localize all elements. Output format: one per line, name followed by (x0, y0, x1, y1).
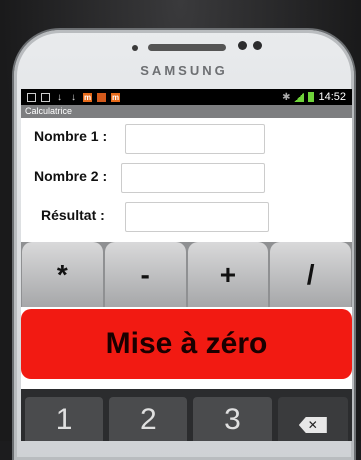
reset-button[interactable]: Mise à zéro (21, 309, 352, 379)
bluetooth-icon: ✱ (282, 91, 291, 103)
backspace-key[interactable]: ✕ (277, 397, 348, 441)
front-camera-icon (238, 41, 247, 50)
backspace-icon: ✕ (298, 417, 327, 433)
nombre2-label: Nombre 2 : (34, 168, 108, 184)
app-title: Calculatrice (21, 105, 352, 118)
battery-icon (308, 92, 315, 102)
m-icon: m (83, 92, 92, 102)
clock: 14:52 (318, 91, 346, 103)
download-icon: ↓ (71, 91, 76, 103)
keyboard-key-3[interactable]: 3 (193, 397, 272, 441)
status-right: ✱ 14:52 (282, 91, 346, 103)
operator-row: * - + / (21, 242, 352, 307)
nombre1-input[interactable] (125, 124, 265, 154)
resultat-field[interactable] (125, 202, 269, 232)
add-button[interactable]: + (187, 242, 269, 307)
proximity-sensor (132, 45, 138, 51)
status-bar: ↓ ↓ m m ✱ 14:52 (21, 89, 352, 105)
note-icon (41, 92, 50, 102)
nombre1-label: Nombre 1 : (34, 128, 108, 144)
earpiece-speaker (148, 44, 226, 51)
divide-button[interactable]: / (270, 242, 351, 307)
download-icon: ↓ (57, 91, 62, 103)
soft-keyboard: 1 2 3 ✕ (21, 389, 352, 441)
picture-icon (97, 92, 106, 102)
calculator-form: Nombre 1 : Nombre 2 : Résultat : (21, 118, 352, 232)
phone-brand-logo: SAMSUNG (140, 63, 228, 78)
keyboard-key-2[interactable]: 2 (109, 397, 188, 441)
m-icon: m (111, 92, 120, 102)
keyboard-key-1[interactable]: 1 (25, 397, 104, 441)
note-icon (27, 92, 36, 102)
resultat-label: Résultat : (41, 207, 105, 223)
multiply-button[interactable]: * (22, 242, 103, 307)
nombre2-input[interactable] (121, 163, 265, 193)
front-sensor-icon (253, 41, 262, 50)
phone-screen: ↓ ↓ m m ✱ 14:52 Calculatrice Nombre 1 : … (21, 89, 352, 441)
signal-icon (294, 92, 305, 102)
subtract-button[interactable]: - (104, 242, 186, 307)
